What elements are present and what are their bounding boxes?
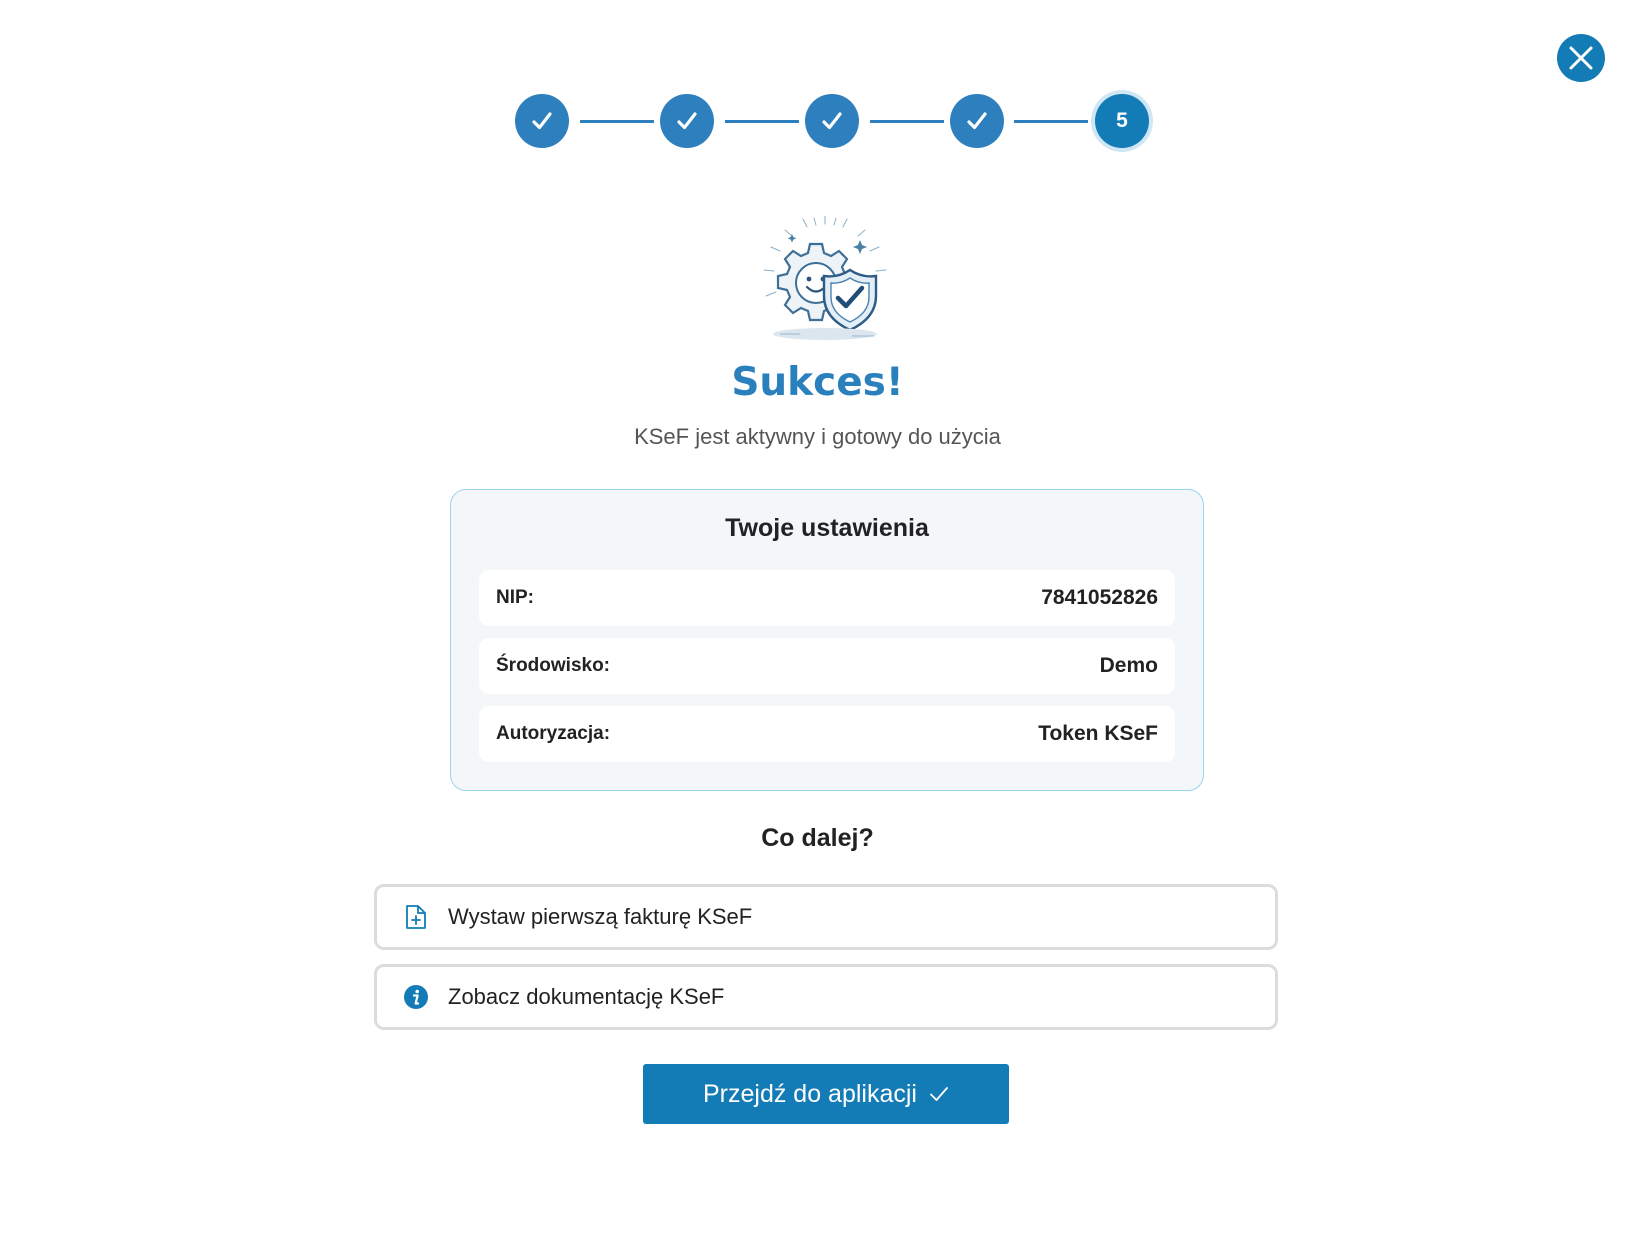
settings-summary-card: Twoje ustawienia NIP: 7841052826 Środowi…	[450, 489, 1204, 791]
go-to-app-button[interactable]: Przejdź do aplikacji	[643, 1064, 1009, 1124]
step-connector	[580, 120, 654, 123]
step-5-current: 5	[1095, 94, 1149, 148]
check-icon	[929, 1086, 949, 1102]
settings-row-authorization: Autoryzacja: Token KSeF	[479, 706, 1175, 762]
settings-row-value: 7841052826	[1041, 586, 1158, 609]
step-connector	[870, 120, 944, 123]
action-label: Zobacz dokumentację KSeF	[448, 984, 725, 1009]
settings-row-environment: Środowisko: Demo	[479, 638, 1175, 694]
step-2-complete	[660, 94, 714, 148]
settings-row-label: Autoryzacja:	[496, 723, 611, 744]
settings-row-value: Token KSeF	[1038, 722, 1158, 745]
settings-row-label: Środowisko:	[496, 655, 611, 676]
go-to-app-label: Przejdź do aplikacji	[703, 1079, 917, 1108]
step-connector	[725, 120, 799, 123]
progress-stepper: 5	[0, 94, 1635, 150]
page-title: Sukces!	[731, 360, 904, 405]
settings-row-value: Demo	[1099, 654, 1158, 677]
check-icon	[822, 112, 842, 130]
view-documentation-link[interactable]: Zobacz dokumentację KSeF	[374, 964, 1278, 1030]
step-connector	[1014, 120, 1088, 123]
file-plus-icon	[402, 903, 430, 931]
step-3-complete	[805, 94, 859, 148]
step-1-complete	[515, 94, 569, 148]
action-label: Wystaw pierwszą fakturę KSeF	[448, 904, 753, 929]
info-icon	[402, 983, 430, 1011]
issue-first-invoice-link[interactable]: Wystaw pierwszą fakturę KSeF	[374, 884, 1278, 950]
settings-row-label: NIP:	[496, 587, 534, 608]
settings-title: Twoje ustawienia	[725, 514, 929, 542]
settings-row-nip: NIP: 7841052826	[479, 570, 1175, 626]
check-icon	[677, 112, 697, 130]
step-4-complete	[950, 94, 1004, 148]
gear-shield-success-illustration	[763, 216, 887, 340]
step-5-label: 5	[1116, 109, 1128, 132]
check-icon	[532, 112, 552, 130]
close-icon	[1569, 46, 1593, 70]
close-button[interactable]	[1557, 34, 1605, 82]
page-subtitle: KSeF jest aktywny i gotowy do użycia	[634, 424, 1001, 449]
next-steps-title: Co dalej?	[761, 824, 874, 852]
check-icon	[967, 112, 987, 130]
